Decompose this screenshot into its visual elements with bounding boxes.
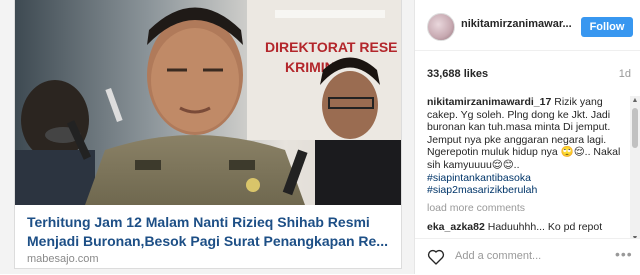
- comment-item: eka_azka82 Haduuhhh... Ko pd repot: [427, 221, 625, 234]
- caption-username[interactable]: nikitamirzanimawardi_17: [427, 96, 551, 108]
- add-comment-input[interactable]: [455, 247, 605, 265]
- username-link[interactable]: nikitamirzanimawar...: [461, 18, 573, 30]
- article-source[interactable]: mabesajo.com: [27, 253, 99, 265]
- hashtag-link[interactable]: #siap2masarizikberulah: [427, 184, 625, 197]
- instagram-post: DIREKTORAT RESE KRIMIN Terhitung Jam 12 …: [0, 0, 640, 275]
- heart-icon[interactable]: [427, 248, 445, 265]
- post-age[interactable]: 1d: [619, 68, 631, 80]
- load-more-comments-link[interactable]: load more comments: [427, 202, 625, 215]
- follow-button[interactable]: Follow: [581, 17, 633, 37]
- post-header: nikitamirzanimawar... Follow: [415, 0, 640, 51]
- wall-sign-text: DIREKTORAT RESE: [265, 39, 398, 55]
- avatar[interactable]: [427, 13, 455, 41]
- comment-username[interactable]: eka_azka82: [427, 221, 485, 233]
- press-conference-image: DIREKTORAT RESE KRIMIN: [15, 0, 401, 205]
- likes-count[interactable]: 33,688 likes: [427, 68, 488, 80]
- link-caption[interactable]: Terhitung Jam 12 Malam Nanti Rizieq Shih…: [15, 205, 401, 268]
- comments-scrollbar[interactable]: ▲ ▼: [630, 96, 640, 244]
- article-headline[interactable]: Terhitung Jam 12 Malam Nanti Rizieq Shih…: [27, 213, 393, 251]
- post-photo: DIREKTORAT RESE KRIMIN: [15, 0, 401, 205]
- comments-list: nikitamirzanimawardi_17 Rizik yang cakep…: [427, 96, 625, 244]
- more-options-icon[interactable]: •••: [615, 246, 633, 262]
- link-preview-card[interactable]: DIREKTORAT RESE KRIMIN Terhitung Jam 12 …: [14, 0, 402, 269]
- hashtag-link[interactable]: #siapintankantibasoka: [427, 172, 625, 185]
- comment-text: Haduuhhh... Ko pd repot: [484, 221, 603, 234]
- post-side-panel: nikitamirzanimawar... Follow 33,688 like…: [414, 0, 640, 275]
- scrollbar-thumb[interactable]: [632, 108, 638, 148]
- scroll-up-arrow-icon[interactable]: ▲: [630, 96, 640, 106]
- add-comment-row: •••: [415, 238, 640, 275]
- likes-row: 33,688 likes 1d: [427, 68, 631, 82]
